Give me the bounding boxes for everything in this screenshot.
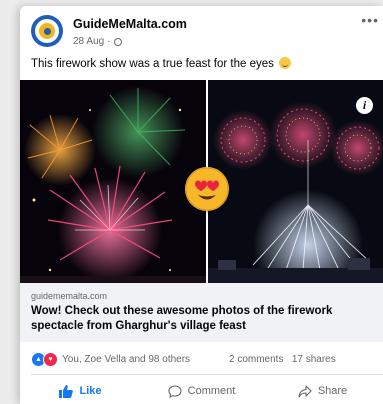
reactions-text: You, Zoe Vella and 98 others <box>62 354 191 365</box>
share-label: Share <box>317 385 348 397</box>
comment-icon <box>168 384 182 398</box>
share-button[interactable]: Share <box>262 378 383 404</box>
thumbs-up-icon <box>59 384 74 398</box>
link-title[interactable]: Wow! Check out these awesome photos of t… <box>31 304 381 334</box>
like-button[interactable]: Like <box>20 378 141 404</box>
like-label: Like <box>79 385 102 397</box>
divider <box>31 374 383 375</box>
post-card: GuideMeMalta.com 28 Aug · ••• This firew… <box>20 6 383 404</box>
link-preview[interactable]: guidememalta.com Wow! Check out these aw… <box>20 283 383 342</box>
firework-photo-right[interactable]: i <box>208 80 383 283</box>
grinning-emoji-icon <box>279 57 292 69</box>
shares-count[interactable]: 17 shares <box>292 354 336 365</box>
post-meta: 28 Aug · <box>73 36 122 47</box>
page-avatar[interactable] <box>31 15 63 47</box>
info-icon[interactable]: i <box>356 97 373 114</box>
love-reaction-icon: ♥ <box>43 352 58 367</box>
reactions-summary[interactable]: ▲ ♥ You, Zoe Vella and 98 others <box>31 352 190 367</box>
share-icon <box>298 384 312 398</box>
photo-collage[interactable]: i <box>20 80 383 283</box>
post-text: This firework show was a true feast for … <box>31 57 292 70</box>
comment-label: Comment <box>187 385 236 397</box>
comments-count[interactable]: 2 comments <box>229 354 283 365</box>
post-actions: Like Comment Share <box>20 378 383 404</box>
page-name-link[interactable]: GuideMeMalta.com <box>73 17 187 31</box>
link-domain: guidememalta.com <box>31 291 108 301</box>
post-date[interactable]: 28 Aug <box>73 36 104 47</box>
heart-eyes-emoji <box>185 167 229 211</box>
more-options-icon[interactable]: ••• <box>361 12 379 28</box>
comment-button[interactable]: Comment <box>141 378 262 404</box>
firework-photo-left[interactable] <box>20 80 206 283</box>
engagement-counts: 2 comments 17 shares <box>229 354 336 365</box>
globe-icon <box>113 37 122 46</box>
